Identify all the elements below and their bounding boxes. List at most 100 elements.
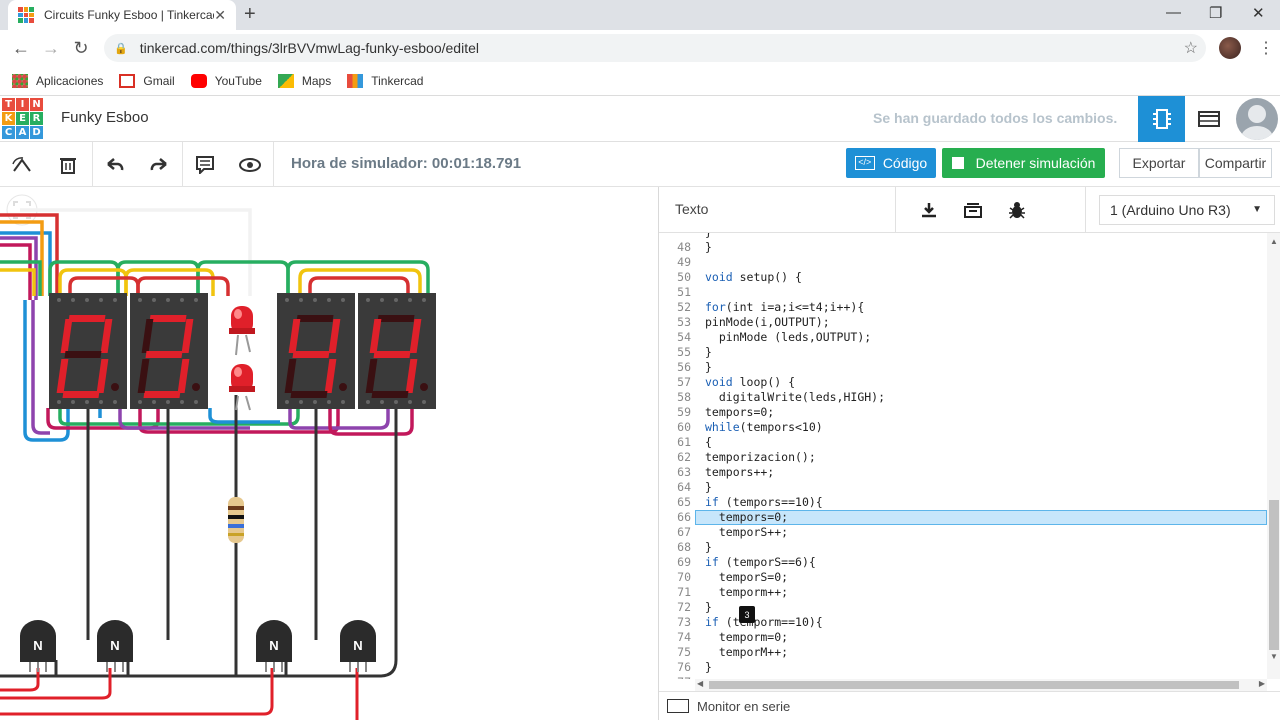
tinkercad-logo[interactable]: T I N K E R C A D <box>2 98 43 139</box>
code-line[interactable]: 49 <box>659 255 1267 270</box>
code-line[interactable]: 70 temporS=0; <box>659 570 1267 585</box>
code-line[interactable]: 64} <box>659 480 1267 495</box>
serial-monitor-button[interactable]: Monitor en serie <box>659 691 1280 720</box>
browser-menu-icon[interactable]: ⋮ <box>1258 38 1274 58</box>
rotate-button[interactable] <box>0 142 44 187</box>
npn-transistor[interactable]: N <box>20 620 56 672</box>
new-tab-icon[interactable]: + <box>244 3 256 26</box>
code-line[interactable]: 48} <box>659 240 1267 255</box>
seven-segment-display[interactable] <box>358 293 436 409</box>
download-code-button[interactable] <box>911 195 947 225</box>
scroll-down-icon[interactable]: ▼ <box>1270 652 1278 661</box>
scroll-up-icon[interactable]: ▲ <box>1270 237 1278 246</box>
notes-button[interactable] <box>183 142 227 187</box>
led-2[interactable] <box>229 364 255 411</box>
delete-button[interactable] <box>46 142 90 187</box>
board-select[interactable]: 1 (Arduino Uno R3) ▼ <box>1099 195 1275 225</box>
line-number: 51 <box>677 285 691 299</box>
browser-tab[interactable]: Circuits Funky Esboo | Tinkercad ✕ <box>8 0 236 30</box>
reload-icon[interactable]: ↻ <box>66 38 96 59</box>
code-button[interactable]: </> Código <box>846 148 936 178</box>
seven-segment-display[interactable] <box>49 293 127 409</box>
code-line[interactable]: 51 <box>659 285 1267 300</box>
code-line[interactable]: 68} <box>659 540 1267 555</box>
user-avatar[interactable] <box>1236 98 1278 140</box>
code-line[interactable]: 52 for(int i=a;i<=t4;i++){ <box>659 300 1267 315</box>
bookmark-youtube[interactable]: YouTube <box>190 73 262 88</box>
share-button[interactable]: Compartir <box>1199 148 1272 178</box>
line-number: 63 <box>677 465 691 479</box>
visibility-button[interactable] <box>228 142 272 187</box>
libraries-button[interactable] <box>955 195 991 225</box>
undo-button[interactable] <box>93 142 137 187</box>
scroll-right-icon[interactable]: ▶ <box>1259 679 1265 688</box>
code-line[interactable]: 58 digitalWrite(leds,HIGH); <box>659 390 1267 405</box>
circuit-canvas[interactable]: NNNN <box>0 187 658 720</box>
component-list-button[interactable] <box>1185 96 1232 142</box>
code-line[interactable]: 50 void setup() { <box>659 270 1267 285</box>
npn-transistor[interactable]: N <box>340 620 376 672</box>
scroll-thumb[interactable] <box>1269 500 1279 650</box>
bookmark-gmail[interactable]: Gmail <box>119 73 175 88</box>
circuit-drawing[interactable]: NNNN <box>0 187 658 720</box>
code-line[interactable]: 65 if (tempors==10){ <box>659 495 1267 510</box>
profile-avatar[interactable] <box>1219 37 1241 59</box>
code-line[interactable]: 67 temporS++; <box>659 525 1267 540</box>
segment-g <box>292 351 330 358</box>
chevron-down-icon: ▼ <box>1252 204 1262 215</box>
resistor[interactable] <box>228 497 244 543</box>
code-line[interactable]: 66 tempors=0; <box>659 510 1267 525</box>
code-line[interactable]: 57 void loop() { <box>659 375 1267 390</box>
forward-icon[interactable]: → <box>36 38 66 59</box>
stop-simulation-button[interactable]: Detener simulación <box>942 148 1105 178</box>
line-number: 61 <box>677 435 691 449</box>
circuit-view-button[interactable] <box>1138 96 1185 142</box>
code-line[interactable]: 75 temporM++; <box>659 645 1267 660</box>
code-line[interactable]: 53 pinMode(i,OUTPUT); <box>659 315 1267 330</box>
close-window-icon[interactable]: ✕ <box>1252 4 1265 22</box>
seven-segment-display[interactable] <box>130 293 208 409</box>
line-text: temporizacion(); <box>705 450 816 464</box>
code-line[interactable]: 59 tempors=0; <box>659 405 1267 420</box>
code-line[interactable]: 60 while(tempors<10) <box>659 420 1267 435</box>
back-icon[interactable]: ← <box>6 38 36 59</box>
url-field[interactable]: 🔒 tinkercad.com/things/3lrBVVmwLag-funky… <box>104 34 1206 62</box>
bookmark-maps[interactable]: Maps <box>277 73 331 88</box>
redo-button[interactable] <box>137 142 181 187</box>
transistor-label: N <box>110 638 119 653</box>
code-line[interactable]: 74 temporm=0; <box>659 630 1267 645</box>
code-line[interactable]: 63 tempors++; <box>659 465 1267 480</box>
led-1[interactable] <box>229 306 255 356</box>
bookmark-tinkercad[interactable]: Tinkercad <box>347 73 423 88</box>
code-line[interactable]: 71 temporm++; <box>659 585 1267 600</box>
vertical-scrollbar[interactable]: ▲ ▼ <box>1267 233 1280 679</box>
code-line[interactable]: } <box>659 233 1267 240</box>
segment-a <box>68 315 106 322</box>
line-number: 69 <box>677 555 691 569</box>
scroll-thumb-h[interactable] <box>709 681 1239 689</box>
code-line[interactable]: 56} <box>659 360 1267 375</box>
code-line[interactable]: 54 pinMode (leds,OUTPUT); <box>659 330 1267 345</box>
code-line[interactable]: 62 temporizacion(); <box>659 450 1267 465</box>
line-text: pinMode(i,OUTPUT); <box>705 315 830 329</box>
seven-segment-display[interactable] <box>277 293 355 409</box>
minimize-icon[interactable]: — <box>1166 4 1181 21</box>
debugger-button[interactable] <box>999 195 1035 225</box>
code-line[interactable]: 61 { <box>659 435 1267 450</box>
line-text: void setup() { <box>705 270 802 284</box>
line-number: 52 <box>677 300 691 314</box>
code-line[interactable]: 69 if (temporS==6){ <box>659 555 1267 570</box>
bookmark-apps[interactable]: Aplicaciones <box>12 73 103 88</box>
horizontal-scrollbar[interactable]: ◀ ▶ <box>695 679 1267 691</box>
close-tab-icon[interactable]: ✕ <box>214 7 226 24</box>
restore-icon[interactable]: ❐ <box>1209 4 1222 22</box>
code-line[interactable]: 55} <box>659 345 1267 360</box>
scroll-left-icon[interactable]: ◀ <box>697 679 703 688</box>
line-number: 49 <box>677 255 691 269</box>
download-icon <box>922 203 936 218</box>
project-name[interactable]: Funky Esboo <box>61 109 149 126</box>
code-mode-select[interactable]: Texto <box>675 201 708 217</box>
code-line[interactable]: 76} <box>659 660 1267 675</box>
bookmark-star-icon[interactable]: ☆ <box>1184 38 1198 58</box>
export-button[interactable]: Exportar <box>1119 148 1199 178</box>
